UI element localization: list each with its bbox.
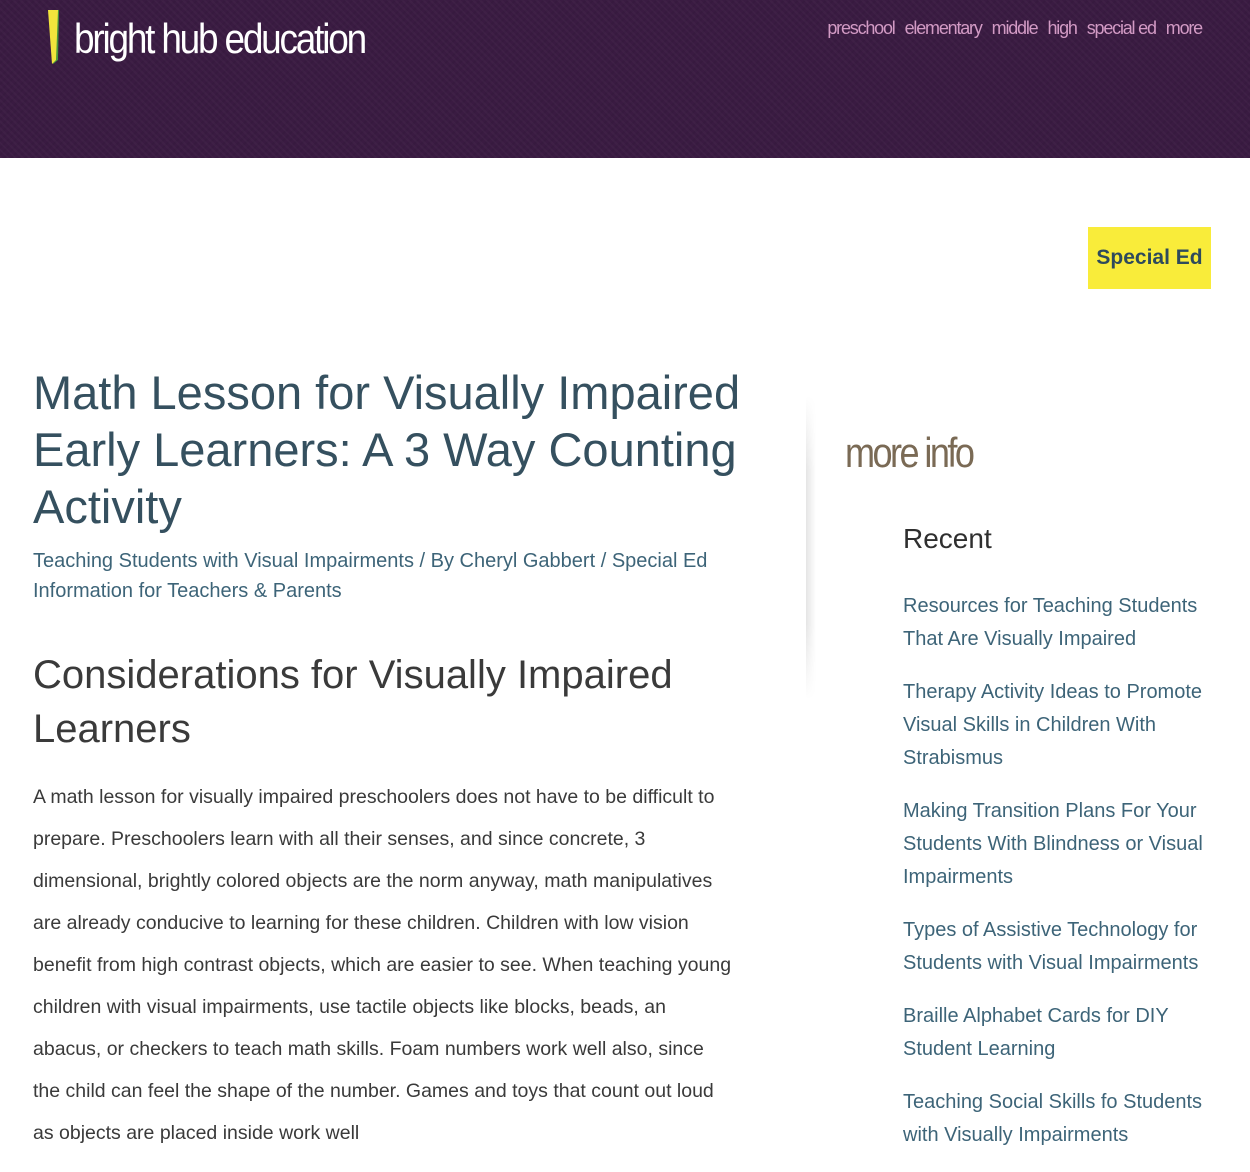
nav-item-preschool[interactable]: preschool <box>827 18 895 39</box>
meta-separator-by: / By <box>413 550 460 572</box>
section-heading: Considerations for Visually Impaired Lea… <box>33 653 673 751</box>
article-author-link[interactable]: Cheryl Gabbert <box>460 550 596 572</box>
recent-post-item: Making Transition Plans For Your Student… <box>903 795 1233 894</box>
article-title: Math Lesson for Visually Impaired Early … <box>33 366 741 533</box>
recent-post-link[interactable]: Therapy Activity Ideas to Promote Visual… <box>903 676 1233 775</box>
sidebar-divider-shadow <box>806 395 816 700</box>
nav-item-more[interactable]: more <box>1166 18 1203 39</box>
article-body-paragraph: A math lesson for visually impaired pres… <box>33 786 732 1144</box>
recent-post-link[interactable]: Types of Assistive Technology for Studen… <box>903 914 1233 980</box>
article-category-link[interactable]: Teaching Students with Visual Impairment… <box>33 550 414 572</box>
recent-post-link[interactable]: Making Transition Plans For Your Student… <box>903 795 1233 894</box>
recent-post-link[interactable]: Resources for Teaching Students That Are… <box>903 590 1233 656</box>
recent-post-item: Types of Assistive Technology for Studen… <box>903 914 1233 980</box>
site-logo[interactable]: bright hub education <box>46 8 405 70</box>
recent-post-link[interactable]: Teaching Social Skills fo Students with … <box>903 1086 1233 1152</box>
recent-post-link[interactable]: Braille Alphabet Cards for DIY Student L… <box>903 1000 1233 1066</box>
recent-post-item: Therapy Activity Ideas to Promote Visual… <box>903 676 1233 775</box>
nav-item-high[interactable]: high <box>1047 18 1077 39</box>
nav-item-middle[interactable]: middle <box>992 18 1039 39</box>
logo-mark-icon <box>48 10 59 64</box>
article-meta: Teaching Students with Visual Impairment… <box>33 546 753 606</box>
meta-separator: / <box>595 550 612 572</box>
nav-item-elementary[interactable]: elementary <box>905 18 983 39</box>
logo-text: bright hub education <box>74 15 367 62</box>
recent-post-item: Teaching Social Skills fo Students with … <box>903 1086 1233 1152</box>
nav-item-special-ed[interactable]: special ed <box>1087 18 1157 39</box>
recent-posts-list: Resources for Teaching Students That Are… <box>903 590 1233 1172</box>
sidebar-heading: more info <box>845 429 975 476</box>
category-badge-special-ed[interactable]: Special Ed <box>1088 227 1211 289</box>
site-header: bright hub education preschool elementar… <box>0 0 1250 158</box>
top-nav: preschool elementary middle high special… <box>827 18 1203 39</box>
recent-post-item: Resources for Teaching Students That Are… <box>903 590 1233 656</box>
recent-heading: Recent <box>903 523 992 554</box>
recent-post-item: Braille Alphabet Cards for DIY Student L… <box>903 1000 1233 1066</box>
